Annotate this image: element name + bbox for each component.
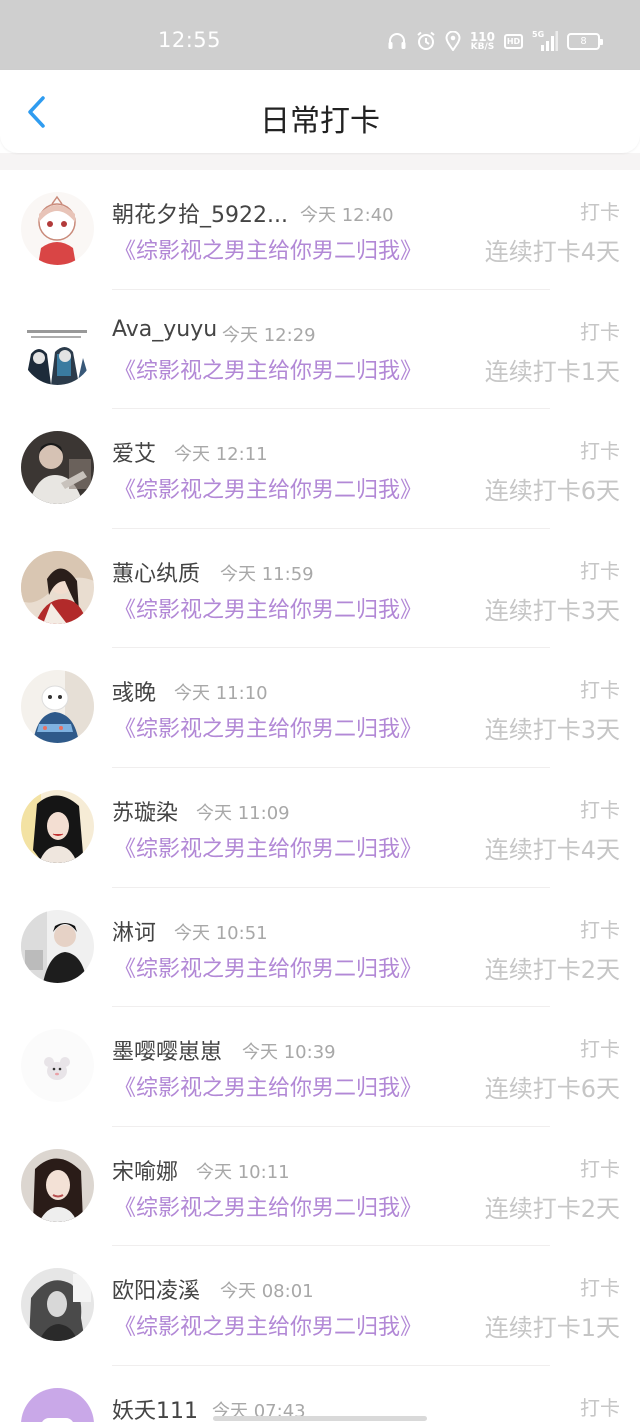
page-title: 日常打卡 (260, 104, 380, 139)
avatar[interactable] (21, 311, 94, 385)
book-title-link[interactable]: 《综影视之男主给你男二归我》 (114, 353, 422, 385)
status-time: 12:55 (158, 28, 222, 52)
checkin-row[interactable]: 苏璇染 今天 11:09 《综影视之男主给你男二归我》 打卡 连续打卡4天 (0, 768, 640, 888)
location-icon (445, 31, 461, 51)
checkin-tag: 打卡 (580, 200, 620, 224)
streak-count: 连续打卡4天 (484, 835, 620, 864)
checkin-row[interactable]: 彧晚 今天 11:10 《综影视之男主给你男二归我》 打卡 连续打卡3天 (0, 648, 640, 768)
status-bar: 12:55 110 KB/S HD 5G 8 (0, 0, 640, 70)
user-name[interactable]: 彧晚 (112, 675, 156, 707)
user-name[interactable]: Ava_yuyu (112, 317, 217, 342)
checkin-row[interactable]: 淋诃 今天 10:51 《综影视之男主给你男二归我》 打卡 连续打卡2天 (0, 888, 640, 1008)
checkin-row[interactable]: 朝花夕拾_5922... 今天 12:40 《综影视之男主给你男二归我》 打卡 … (0, 170, 640, 290)
hd-icon: HD (504, 33, 523, 49)
book-title-link[interactable]: 《综影视之男主给你男二归我》 (114, 1070, 422, 1102)
checkin-tag: 打卡 (580, 917, 620, 942)
headphones-icon (387, 32, 407, 50)
streak-count: 连续打卡2天 (484, 1194, 620, 1223)
checkin-tag: 打卡 (580, 678, 620, 703)
checkin-row[interactable]: Ava_yuyu 今天 12:29 《综影视之男主给你男二归我》 打卡 连续打卡… (0, 290, 640, 410)
avatar[interactable] (21, 192, 94, 265)
checkin-tag: 打卡 (580, 797, 620, 822)
checkin-time: 今天 12:11 (174, 444, 268, 466)
checkin-tag: 打卡 (580, 1156, 620, 1181)
checkin-time: 今天 11:09 (196, 802, 290, 824)
book-title-link[interactable]: 《综影视之男主给你男二归我》 (114, 472, 422, 504)
checkin-row[interactable]: 爱艾 今天 12:11 《综影视之男主给你男二归我》 打卡 连续打卡6天 (0, 409, 640, 529)
status-icons: 110 KB/S HD 5G 8 (387, 28, 603, 54)
checkin-row[interactable]: 欧阳凌溪 今天 08:01 《综影视之男主给你男二归我》 打卡 连续打卡1天 (0, 1246, 640, 1366)
checkin-row[interactable]: 蕙心纨质 今天 11:59 《综影视之男主给你男二归我》 打卡 连续打卡3天 (0, 529, 640, 649)
home-indicator[interactable] (213, 1416, 427, 1421)
checkin-time: 今天 11:10 (174, 683, 268, 705)
book-title-link[interactable]: 《综影视之男主给你男二归我》 (114, 233, 422, 265)
avatar[interactable] (21, 1029, 94, 1103)
checkin-tag: 打卡 (580, 1037, 620, 1062)
net-speed: 110 KB/S (469, 29, 495, 52)
checkin-tag: 打卡 (580, 1395, 620, 1420)
streak-count: 连续打卡3天 (484, 716, 620, 745)
book-title-link[interactable]: 《综影视之男主给你男二归我》 (114, 831, 422, 863)
checkin-tag: 打卡 (580, 1276, 620, 1301)
book-title-link[interactable]: 《综影视之男主给你男二归我》 (114, 711, 422, 743)
checkin-time: 今天 10:51 (174, 922, 268, 944)
avatar[interactable] (21, 909, 94, 983)
avatar[interactable] (21, 789, 94, 863)
nav-bar: 日常打卡 (0, 70, 640, 153)
battery-icon: 8 (567, 32, 603, 50)
user-name[interactable]: 妖夭111 (112, 1393, 198, 1422)
checkin-time: 今天 10:11 (196, 1161, 290, 1183)
user-name[interactable]: 宋喻娜 (112, 1154, 178, 1186)
checkin-time: 今天 11:59 (220, 563, 314, 585)
user-name[interactable]: 淋诃 (112, 915, 156, 947)
book-title-link[interactable]: 《综影视之男主给你男二归我》 (114, 1309, 422, 1341)
checkin-row[interactable]: 妖夭111 今天 07:43 打卡 (0, 1366, 640, 1422)
streak-count: 连续打卡1天 (484, 357, 620, 386)
header-gap (0, 153, 640, 170)
streak-count: 连续打卡6天 (484, 1075, 620, 1104)
streak-count: 连续打卡6天 (484, 477, 620, 506)
streak-count: 连续打卡3天 (484, 596, 620, 625)
checkin-time: 今天 10:39 (242, 1042, 336, 1064)
user-name[interactable]: 爱艾 (112, 436, 156, 468)
user-name[interactable]: 朝花夕拾_5922... (112, 197, 288, 229)
avatar[interactable] (21, 1148, 94, 1222)
avatar[interactable] (21, 670, 94, 744)
streak-count: 连续打卡1天 (484, 1314, 620, 1343)
user-name[interactable]: 蕙心纨质 (112, 556, 200, 588)
checkin-tag: 打卡 (580, 319, 620, 344)
alarm-icon (416, 31, 436, 51)
checkin-time: 今天 12:40 (300, 205, 394, 226)
user-name[interactable]: 苏璇染 (112, 795, 178, 827)
book-title-link[interactable]: 《综影视之男主给你男二归我》 (114, 1190, 422, 1222)
avatar[interactable] (21, 1268, 94, 1342)
checkin-tag: 打卡 (580, 439, 620, 464)
checkin-time: 今天 12:29 (222, 324, 316, 346)
checkin-list: 朝花夕拾_5922... 今天 12:40 《综影视之男主给你男二归我》 打卡 … (0, 170, 640, 1422)
book-title-link[interactable]: 《综影视之男主给你男二归我》 (114, 951, 422, 983)
user-name[interactable]: 墨嘤嘤崽崽 (112, 1034, 222, 1066)
streak-count: 连续打卡2天 (484, 955, 620, 984)
checkin-row[interactable]: 宋喻娜 今天 10:11 《综影视之男主给你男二归我》 打卡 连续打卡2天 (0, 1127, 640, 1247)
checkin-time: 今天 08:01 (220, 1281, 314, 1303)
streak-count: 连续打卡4天 (484, 238, 620, 266)
user-name[interactable]: 欧阳凌溪 (112, 1273, 200, 1305)
avatar[interactable] (21, 431, 94, 505)
avatar[interactable] (21, 1387, 94, 1422)
signal-5g-icon: 5G (532, 30, 558, 52)
checkin-tag: 打卡 (580, 558, 620, 583)
book-title-link[interactable]: 《综影视之男主给你男二归我》 (114, 592, 422, 624)
checkin-row[interactable]: 墨嘤嘤崽崽 今天 10:39 《综影视之男主给你男二归我》 打卡 连续打卡6天 (0, 1007, 640, 1127)
avatar[interactable] (21, 550, 94, 624)
